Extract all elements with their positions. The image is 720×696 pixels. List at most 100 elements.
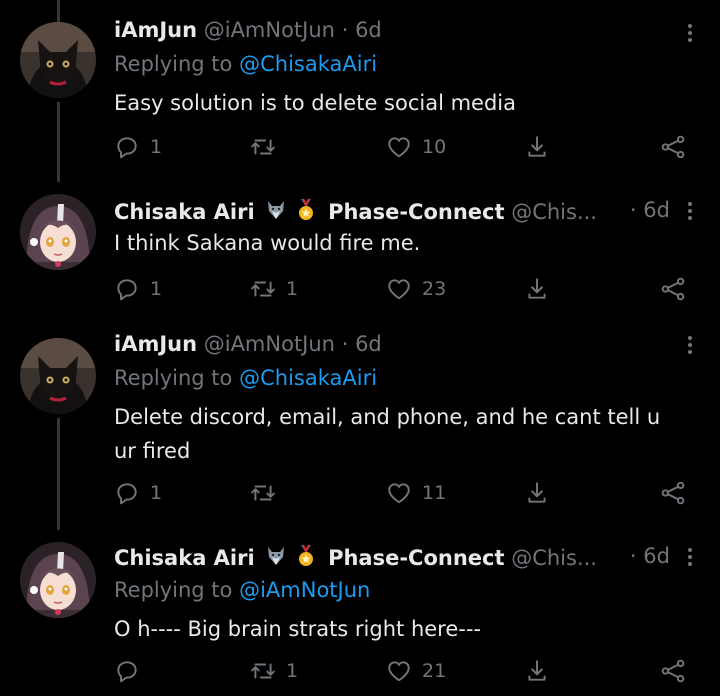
reply-button[interactable]: 1 — [114, 132, 162, 162]
timestamp[interactable]: 6d — [643, 198, 670, 222]
reply-button[interactable]: 1 — [114, 274, 162, 304]
timestamp[interactable]: 6d — [355, 332, 382, 356]
retweet-button[interactable]: 1 — [250, 656, 298, 686]
medal-emoji-icon — [294, 544, 318, 568]
separator-dot: · — [629, 544, 637, 568]
avatar[interactable] — [20, 22, 96, 98]
avatar[interactable] — [20, 194, 96, 270]
analytics-button[interactable] — [660, 132, 686, 162]
replying-prefix: Replying to — [114, 366, 233, 390]
analytics-icon — [660, 134, 686, 160]
share-icon — [524, 276, 550, 302]
replying-to: Replying to @ChisakaAiri — [114, 366, 377, 390]
like-count: 10 — [422, 136, 447, 158]
analytics-button[interactable] — [660, 274, 686, 304]
tweet[interactable]: Chisaka Airi Phase-Connect @Chis... · 6d… — [0, 526, 720, 696]
retweet-icon — [250, 134, 276, 160]
reply-icon — [114, 276, 140, 302]
tweet[interactable]: iAmJun @iAmNotJun · 6d Replying to @Chis… — [0, 0, 720, 180]
retweet-count: 1 — [286, 278, 299, 300]
analytics-icon — [660, 658, 686, 684]
wolf-emoji-icon — [264, 198, 288, 222]
analytics-icon — [660, 276, 686, 302]
more-options-icon[interactable] — [688, 548, 694, 569]
tweet-text: Easy solution is to delete social media — [114, 91, 517, 115]
tweet-text-line: Delete discord, email, and phone, and he… — [114, 405, 661, 429]
timestamp[interactable]: 6d — [355, 18, 382, 42]
replying-to: Replying to @iAmNotJun — [114, 578, 370, 602]
retweet-icon — [250, 480, 276, 506]
display-name-suffix[interactable]: Phase-Connect — [328, 200, 504, 224]
user-handle[interactable]: @iAmNotJun — [204, 332, 335, 356]
user-handle[interactable]: @Chis... — [511, 200, 597, 224]
like-count: 11 — [422, 482, 447, 504]
tweet-text: I think Sakana would fire me. — [114, 231, 421, 255]
display-name[interactable]: Chisaka Airi — [114, 200, 255, 224]
heart-icon — [386, 658, 412, 684]
mention-link[interactable]: @ChisakaAiri — [239, 52, 377, 76]
timestamp[interactable]: 6d — [643, 544, 670, 568]
display-name[interactable]: Chisaka Airi — [114, 546, 255, 570]
more-options-icon[interactable] — [688, 336, 694, 357]
analytics-button[interactable] — [660, 656, 686, 686]
share-icon — [524, 658, 550, 684]
separator-dot: · — [341, 332, 349, 356]
mention-link[interactable]: @iAmNotJun — [239, 578, 370, 602]
display-name-suffix[interactable]: Phase-Connect — [328, 546, 504, 570]
replying-prefix: Replying to — [114, 578, 233, 602]
like-button[interactable]: 10 — [386, 132, 446, 162]
avatar[interactable] — [20, 542, 96, 618]
retweet-button[interactable]: 1 — [250, 274, 298, 304]
mention-link[interactable]: @ChisakaAiri — [239, 366, 377, 390]
action-bar: 1 21 — [114, 656, 694, 686]
reply-icon — [114, 658, 140, 684]
like-count: 23 — [422, 278, 447, 300]
retweet-icon — [250, 658, 276, 684]
share-button[interactable] — [524, 478, 550, 508]
reply-count: 1 — [150, 482, 163, 504]
retweet-count: 1 — [286, 660, 299, 682]
medal-emoji-icon — [294, 198, 318, 222]
tweet-header: Chisaka Airi Phase-Connect @Chis... — [114, 198, 690, 226]
display-name[interactable]: iAmJun — [114, 18, 197, 42]
more-options-icon[interactable] — [688, 24, 694, 45]
action-bar: 1 10 — [114, 132, 694, 162]
reply-button[interactable]: 1 — [114, 478, 162, 508]
reply-count: 1 — [150, 278, 163, 300]
reply-icon — [114, 134, 140, 160]
user-handle[interactable]: @Chis... — [511, 546, 597, 570]
analytics-button[interactable] — [660, 478, 686, 508]
share-button[interactable] — [524, 656, 550, 686]
analytics-icon — [660, 480, 686, 506]
share-icon — [524, 480, 550, 506]
heart-icon — [386, 134, 412, 160]
share-button[interactable] — [524, 274, 550, 304]
retweet-icon — [250, 276, 276, 302]
like-button[interactable]: 23 — [386, 274, 446, 304]
tweet[interactable]: iAmJun @iAmNotJun · 6d Replying to @Chis… — [0, 326, 720, 526]
tweet-header: iAmJun @iAmNotJun · 6d — [114, 332, 690, 360]
tweet-text-line: ur fired — [114, 439, 191, 463]
like-button[interactable]: 21 — [386, 656, 446, 686]
like-count: 21 — [422, 660, 447, 682]
share-icon — [524, 134, 550, 160]
timestamp-group: · 6d — [630, 544, 670, 568]
tweet-text: O h---- Big brain strats right here--- — [114, 617, 481, 641]
share-button[interactable] — [524, 132, 550, 162]
tweet[interactable]: Chisaka Airi Phase-Connect @Chis... · 6d… — [0, 180, 720, 326]
retweet-button[interactable] — [250, 478, 286, 508]
user-handle[interactable]: @iAmNotJun — [204, 18, 335, 42]
tweet-header: Chisaka Airi Phase-Connect @Chis... — [114, 544, 690, 572]
like-button[interactable]: 11 — [386, 478, 446, 508]
display-name[interactable]: iAmJun — [114, 332, 197, 356]
tweet-text: Delete discord, email, and phone, and he… — [114, 400, 704, 468]
action-bar: 1 1 23 — [114, 274, 694, 304]
replying-to: Replying to @ChisakaAiri — [114, 52, 377, 76]
retweet-button[interactable] — [250, 132, 286, 162]
reply-count: 1 — [150, 136, 163, 158]
reply-icon — [114, 480, 140, 506]
reply-button[interactable] — [114, 656, 150, 686]
more-options-icon[interactable] — [688, 202, 694, 223]
replying-prefix: Replying to — [114, 52, 233, 76]
avatar[interactable] — [20, 338, 96, 414]
